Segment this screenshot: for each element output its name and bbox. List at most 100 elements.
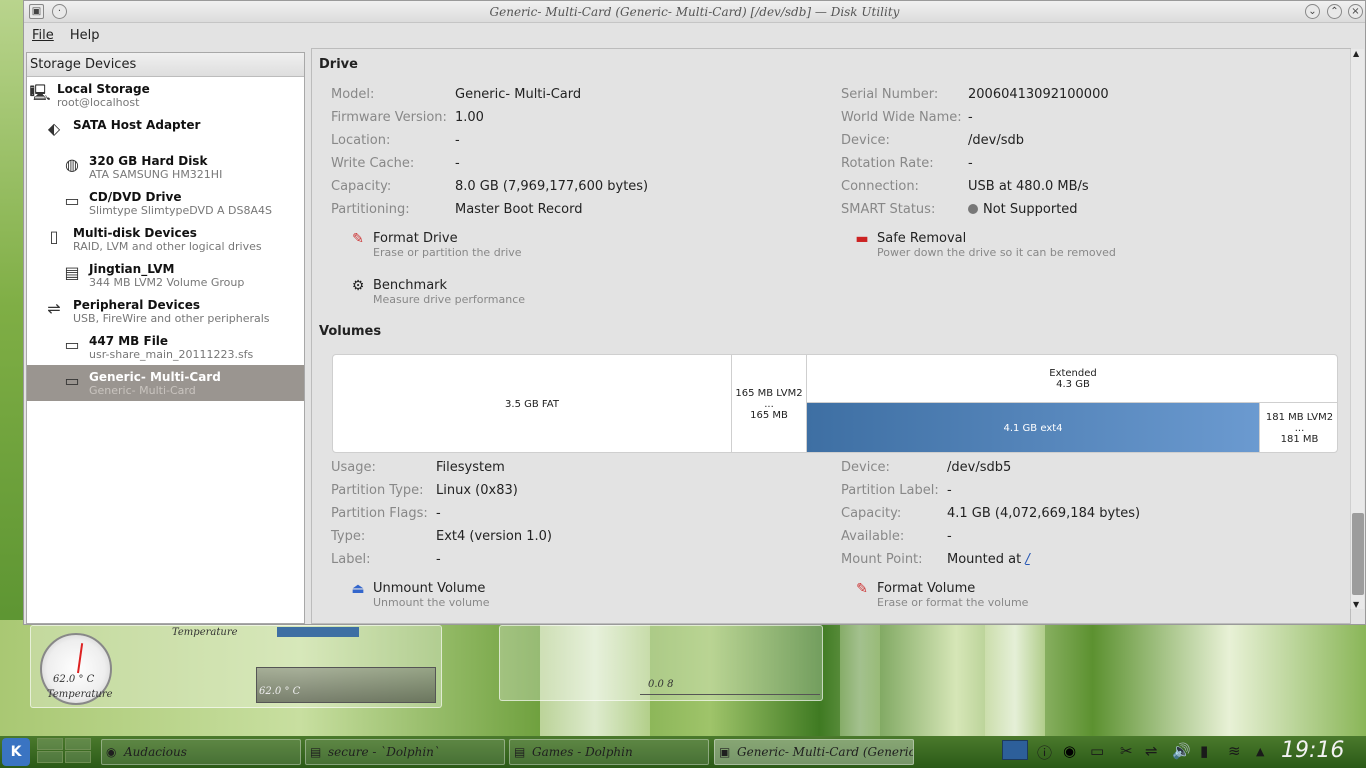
kde-launcher-icon[interactable]: K (2, 738, 30, 766)
field-value: Filesystem (436, 460, 505, 475)
field-value: Linux (0x83) (436, 483, 518, 498)
card-reader-icon: ▭ (64, 371, 80, 390)
scrollbar-thumb[interactable] (1352, 513, 1364, 595)
scroll-up-icon[interactable]: ▲ (1353, 49, 1359, 58)
field-label: Partition Type: (331, 483, 424, 498)
harddisk-icon: ◍ (65, 155, 79, 174)
meter-value: 0.0 8 (648, 679, 674, 690)
format-drive-button[interactable]: ✎ Format Drive Erase or partition the dr… (349, 231, 649, 263)
field-label: SMART Status: (841, 202, 936, 217)
volume-segment-extended[interactable]: Extended 4.3 GB (807, 355, 1337, 403)
sidebar-item-title: 320 GB Hard Disk (89, 154, 208, 168)
menu-file[interactable]: File (32, 28, 54, 43)
volume-icon[interactable]: 🔊 (1172, 742, 1191, 760)
clock[interactable]: 19:16 (1281, 738, 1344, 763)
field-label: Device: (841, 133, 890, 148)
volume-segment-ext4-selected[interactable]: 4.1 GB ext4 (807, 403, 1260, 452)
field-value: - (968, 110, 973, 125)
safe-removal-desc: Power down the drive so it can be remove… (877, 246, 1116, 259)
field-value: 4.1 GB (4,072,669,184 bytes) (947, 506, 1141, 521)
field-label: Partition Label: (841, 483, 939, 498)
wallpaper-bamboo (985, 620, 1045, 736)
pager-desktop-1[interactable] (37, 738, 63, 750)
file-drive-icon: ▭ (64, 335, 80, 354)
field-label: Connection: (841, 179, 919, 194)
titlebar[interactable]: ▣ · Generic- Multi-Card (Generic- Multi-… (24, 1, 1365, 23)
safe-removal-button[interactable]: ▬ Safe Removal Power down the drive so i… (853, 231, 1153, 263)
benchmark-desc: Measure drive performance (373, 293, 526, 306)
volume-segment-lvm1[interactable]: 165 MB LVM2 ... 165 MB (732, 355, 807, 452)
sidebar-item-peripheral-devices[interactable]: ⇌ Peripheral Devices USB, FireWire and oth… (27, 293, 304, 329)
status-dot-icon (968, 204, 978, 214)
sidebar-item-jingtian-lvm[interactable]: ▤ Jingtian_LVM 344 MB LVM2 Volume Group (27, 257, 304, 293)
sidebar-item-cd-dvd-drive[interactable]: ▭ CD/DVD Drive Slimtype SlimtypeDVD A DS8A… (27, 185, 304, 221)
segment-size: 181 MB (1280, 434, 1319, 445)
temperature-caption: Temperature (47, 689, 113, 700)
close-button[interactable]: × (1348, 4, 1363, 19)
segment-label: 4.1 GB ext4 (1003, 423, 1063, 434)
sidebar-item-447-mb-file[interactable]: ▭ 447 MB File usr-share_main_20111223.sfs (27, 329, 304, 365)
unmount-volume-button[interactable]: ⏏ Unmount Volume Unmount the volume (349, 581, 649, 613)
sidebar-item-title: Peripheral Devices (73, 298, 200, 312)
details-scrollbar[interactable]: ▲ ▼ (1350, 49, 1364, 609)
task-disk-utility[interactable]: ▣ Generic- Multi-Card (Generic (714, 739, 914, 765)
optical-drive-icon: ▭ (64, 191, 80, 210)
task-audacious[interactable]: ◉ Audacious (101, 739, 301, 765)
sidebar-item-title: Local Storage (57, 82, 150, 96)
pager-desktop-2[interactable] (65, 738, 91, 750)
sata-adapter-icon: ⬖ (47, 119, 61, 138)
sidebar-item-title: Multi-disk Devices (73, 226, 197, 240)
storage-devices-header: Storage Devices (27, 53, 304, 77)
sidebar-item-sata-host-adapter[interactable]: ⬖ SATA Host Adapter (27, 113, 304, 149)
drive-tray-icon[interactable]: ▭ (1090, 742, 1104, 760)
format-drive-desc: Erase or partition the drive (373, 246, 522, 259)
volume-graph: 3.5 GB FAT 165 MB LVM2 ... 165 MB Extende… (332, 354, 1338, 453)
menubar: File Help (24, 23, 1365, 48)
pager-desktop-4[interactable] (65, 751, 91, 763)
field-label: Mount Point: (841, 552, 923, 567)
wifi-icon[interactable]: ≋ (1228, 742, 1241, 760)
sidebar-item-local-storage[interactable]: 🖳 Local Storage root@localhost (27, 77, 304, 113)
desktop-pager[interactable] (37, 738, 93, 764)
sidebar-item-subtitle: USB, FireWire and other peripherals (73, 312, 270, 325)
info-tray-icon[interactable]: ⓘ (1037, 742, 1052, 763)
gauge-value: 62.0 ° C (53, 674, 95, 685)
field-value: Master Boot Record (455, 202, 583, 217)
field-value: 8.0 GB (7,969,177,600 bytes) (455, 179, 649, 194)
pager-desktop-3[interactable] (37, 751, 63, 763)
minimize-button[interactable]: ⌄ (1305, 4, 1320, 19)
task-label: Audacious (124, 745, 187, 759)
audacious-tray-icon[interactable]: ◉ (1063, 742, 1076, 760)
field-value: Mounted at / (947, 552, 1030, 567)
sidebar-item-title: Jingtian_LVM (89, 262, 175, 276)
benchmark-button[interactable]: ⚙ Benchmark Measure drive performance (349, 278, 649, 310)
field-label: Rotation Rate: (841, 156, 934, 171)
display-tray-icon[interactable] (1002, 740, 1028, 760)
sidebar-item-320-gb-hard-disk[interactable]: ◍ 320 GB Hard Disk ATA SAMSUNG HM321HI (27, 149, 304, 185)
task-dolphin-games[interactable]: ▤ Games - Dolphin (509, 739, 709, 765)
tray-expand-icon[interactable]: ▲ (1256, 745, 1264, 758)
sidebar-item-multi-disk-devices[interactable]: ▯ Multi-disk Devices RAID, LVM and other l… (27, 221, 304, 257)
volume-segment-lvm2[interactable]: 181 MB LVM2 ... 181 MB (1260, 403, 1337, 452)
field-value: /dev/sdb (968, 133, 1024, 148)
multidisk-icon: ▯ (49, 227, 59, 246)
lvm-icon: ▤ (64, 263, 80, 282)
sidebar-item-subtitle: usr-share_main_20111223.sfs (89, 348, 254, 361)
menu-help[interactable]: Help (70, 28, 100, 43)
maximize-button[interactable]: ⌃ (1327, 4, 1342, 19)
sidebar-item-generic-multi-card[interactable]: ▭ Generic- Multi-Card Generic- Multi-Card (27, 365, 304, 401)
format-volume-button[interactable]: ✎ Format Volume Erase or format the volu… (853, 581, 1153, 613)
disk-utility-window: ▣ · Generic- Multi-Card (Generic- Multi-… (23, 0, 1366, 625)
mount-point-link[interactable]: / (1025, 552, 1029, 567)
usb-tray-icon[interactable]: ⇌ (1145, 742, 1158, 760)
field-label: Firmware Version: (331, 110, 447, 125)
segment-label: 181 MB LVM2 ... (1265, 412, 1334, 434)
field-label: Write Cache: (331, 156, 415, 171)
battery-icon[interactable]: ▮ (1200, 742, 1208, 760)
unmount-label: Unmount Volume (373, 581, 486, 596)
usb-icon: ⇌ (47, 299, 61, 318)
volume-segment-fat[interactable]: 3.5 GB FAT (333, 355, 732, 452)
scroll-down-icon[interactable]: ▼ (1353, 600, 1359, 609)
klipper-scissors-icon[interactable]: ✂ (1120, 742, 1133, 760)
task-dolphin-secure[interactable]: ▤ secure - `Dolphin` (305, 739, 505, 765)
